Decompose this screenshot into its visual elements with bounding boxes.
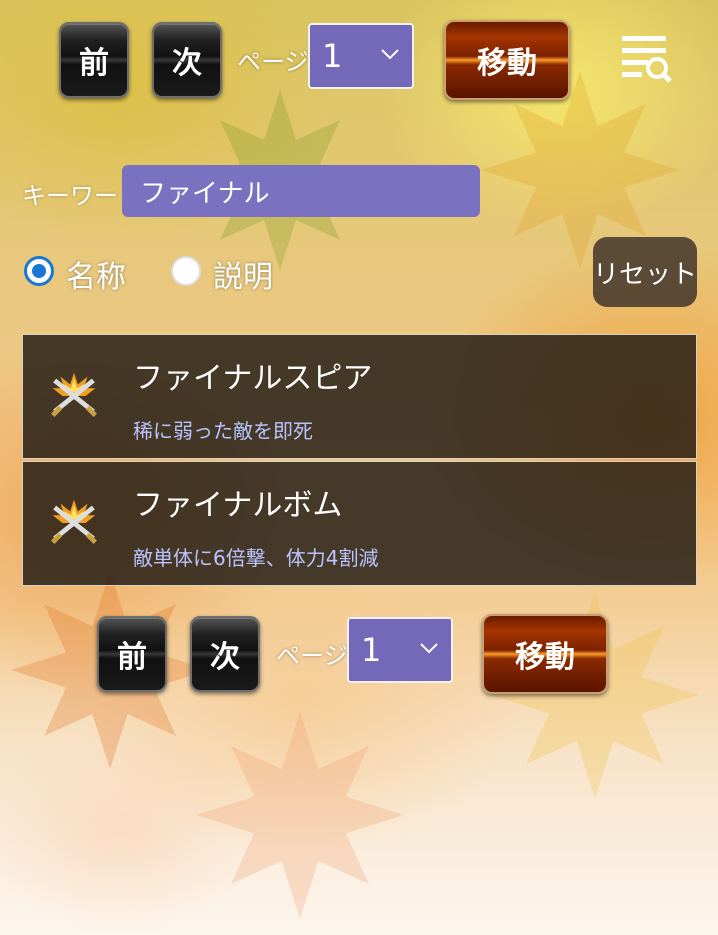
keyword-input[interactable]: ファイナル xyxy=(122,165,480,217)
chevron-down-icon xyxy=(381,49,399,60)
result-list: ファイナルスピア 稀に弱った敵を即死 ファイナルボム 敵単体に6倍撃、体力4割減 xyxy=(22,334,697,588)
crossed-swords-icon xyxy=(51,372,97,418)
search-list-icon[interactable] xyxy=(620,32,672,84)
page-select-bottom[interactable]: 1 xyxy=(347,617,453,683)
page-select[interactable]: 1 xyxy=(308,23,414,89)
page-label-bottom: ページ xyxy=(276,642,348,670)
result-name: ファイナルボム xyxy=(133,488,343,523)
move-button[interactable]: 移動 xyxy=(444,20,570,100)
crossed-swords-icon xyxy=(51,499,97,545)
maple-leaf-decoration xyxy=(196,711,404,919)
page-label: ページ xyxy=(237,48,309,76)
list-item[interactable]: ファイナルスピア 稀に弱った敵を即死 xyxy=(22,334,697,459)
chevron-down-icon xyxy=(420,643,438,654)
next-page-button[interactable]: 次 xyxy=(152,22,222,98)
radio-description[interactable] xyxy=(171,256,201,286)
result-description: 敵単体に6倍撃、体力4割減 xyxy=(133,546,379,570)
reset-button[interactable]: リセット xyxy=(593,237,697,307)
prev-page-button[interactable]: 前 xyxy=(59,22,129,98)
radio-name-label[interactable]: 名称 xyxy=(66,252,126,296)
page-select-value: 1 xyxy=(322,37,343,75)
result-name: ファイナルスピア xyxy=(133,361,373,396)
list-item[interactable]: ファイナルボム 敵単体に6倍撃、体力4割減 xyxy=(22,461,697,586)
prev-page-button-bottom[interactable]: 前 xyxy=(97,616,167,692)
move-button-bottom[interactable]: 移動 xyxy=(482,614,608,694)
page-select-value: 1 xyxy=(361,631,382,669)
radio-name[interactable] xyxy=(24,256,54,286)
next-page-button-bottom[interactable]: 次 xyxy=(190,616,260,692)
result-description: 稀に弱った敵を即死 xyxy=(133,419,313,443)
radio-description-label[interactable]: 説明 xyxy=(213,252,273,296)
